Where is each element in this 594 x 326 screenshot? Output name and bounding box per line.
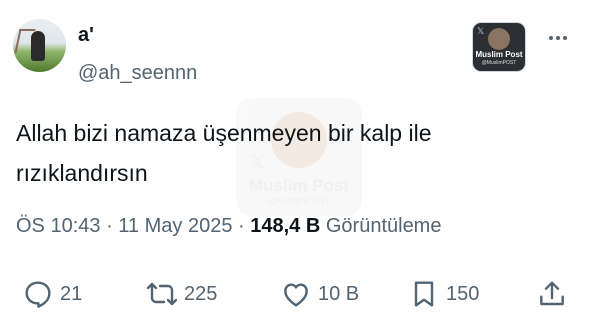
tweet-text-line-2: rızıklandırsın xyxy=(16,160,148,186)
repost-button[interactable]: 225 xyxy=(146,274,217,314)
logo-handle: @MuslimPOST xyxy=(481,60,517,66)
avatar[interactable] xyxy=(13,19,66,72)
logo-brand: Muslim Post xyxy=(475,50,523,59)
reply-count: 21 xyxy=(60,282,83,305)
meta-separator: · xyxy=(100,215,119,237)
share-button[interactable] xyxy=(536,274,568,314)
avatar-person xyxy=(31,31,45,61)
tweet-date[interactable]: 11 May 2025 xyxy=(118,215,232,237)
view-count: 148,4 B xyxy=(250,215,321,237)
bookmark-button[interactable]: 150 xyxy=(408,274,479,314)
views-label: Görüntüleme xyxy=(320,215,442,237)
reply-button[interactable]: 21 xyxy=(22,274,82,314)
tweet-time[interactable]: ÖS 10:43 xyxy=(16,215,101,237)
reply-icon xyxy=(25,281,51,308)
meta-separator: · xyxy=(232,215,251,237)
like-icon xyxy=(284,283,308,307)
bookmark-icon xyxy=(414,281,434,307)
action-bar: 21 225 10 B 150 xyxy=(0,274,594,314)
more-icon[interactable] xyxy=(540,26,576,50)
logo-face xyxy=(488,28,510,50)
x-logo-icon: 𝕏 xyxy=(477,26,485,36)
muslim-post-logo: 𝕏 Muslim Post @MuslimPOST xyxy=(472,22,526,72)
repost-count: 225 xyxy=(184,282,218,305)
watermark-handle: @MuslimPOST xyxy=(267,196,331,206)
like-button[interactable]: 10 B xyxy=(280,274,359,314)
share-icon xyxy=(540,281,564,306)
author-handle[interactable]: @ah_seennn xyxy=(78,60,197,86)
repost-icon xyxy=(146,282,178,306)
tweet-text-line-1: Allah bizi namaza üşenmeyen bir kalp ile xyxy=(16,120,432,146)
tweet-meta: ÖS 10:43 · 11 May 2025 · 148,4 B Görüntü… xyxy=(16,212,441,240)
author-display-name[interactable]: a' xyxy=(78,22,94,48)
like-count: 10 B xyxy=(318,282,360,305)
bookmark-count: 150 xyxy=(446,282,480,305)
tweet-text: Allah bizi namaza üşenmeyen bir kalp ile… xyxy=(16,113,556,193)
